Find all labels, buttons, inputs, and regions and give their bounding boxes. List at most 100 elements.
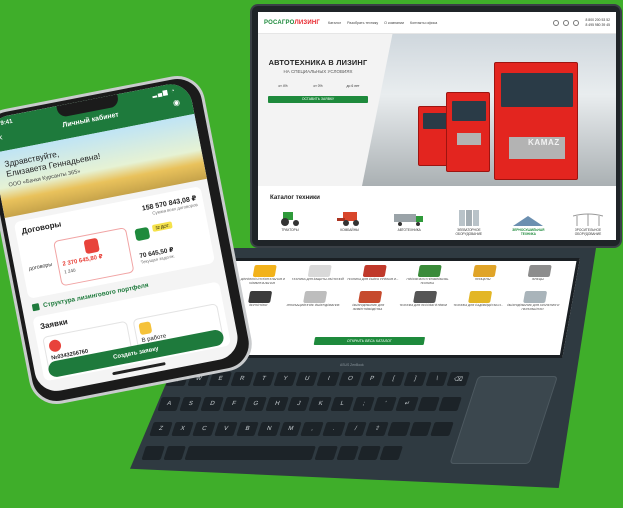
wallet-icon	[134, 226, 151, 242]
key[interactable]	[387, 421, 411, 436]
key[interactable]	[357, 446, 381, 461]
key[interactable]: A	[157, 396, 181, 411]
key[interactable]: G	[243, 396, 268, 411]
catalog-item-trucks[interactable]: АВТОТЕХНИКА	[387, 208, 431, 236]
key[interactable]: K	[308, 396, 333, 411]
key[interactable]: ,	[300, 421, 325, 436]
overdue-tile[interactable]: 2 370 645,80 ₽ 1 240	[53, 227, 135, 287]
key[interactable]: '	[373, 396, 398, 411]
catalog-item-combines[interactable]: КОМБАЙНЫ	[328, 208, 372, 236]
key[interactable]: U	[295, 372, 319, 386]
key[interactable]: H	[265, 396, 289, 411]
ts-item[interactable]: ТЕХНИКА ДЛЯ ЗАЩИТЫ РАСТЕНИЙ	[289, 265, 348, 285]
key[interactable]: I	[316, 372, 341, 386]
key[interactable]: J	[287, 396, 311, 411]
catalog-item-elevator[interactable]: ЭЛЕВАТОРНОЕ ОБОРУДОВАНИЕ	[447, 208, 491, 236]
key[interactable]	[141, 446, 165, 461]
ts-item[interactable]: ПОСЕВНАЯ И ПОЧВООБРАБ. ТЕХНИКА	[399, 265, 458, 285]
garden-icon	[467, 291, 492, 304]
catalog-item-label: ТРАКТОРЫ	[281, 228, 299, 232]
ts-item[interactable]: ДОРОЖНО-СТРОИТЕЛЬНАЯ И КОММУНАЛЬНАЯ	[234, 265, 293, 285]
key[interactable]: D	[200, 396, 224, 411]
phone-number-2[interactable]: 8 495 980 39 45	[585, 23, 610, 28]
key[interactable]: L	[330, 396, 354, 411]
open-catalog-button[interactable]: ОТКРЫТЬ ВЕСЬ КАТАЛОГ	[313, 337, 426, 345]
road-machine-icon	[252, 265, 277, 277]
ts-item[interactable]: ОБОРУДОВАНИЕ ДЛЯ ХРАНЕНИЯ И ПЕРЕРАБОТКИ	[505, 291, 564, 311]
catalog-title: Каталог техники	[270, 194, 320, 201]
combine-icon	[336, 212, 359, 226]
ts-item[interactable]: ИНКУБАЦИОННОЕ ОБОРУДОВАНИЕ	[285, 291, 344, 311]
key[interactable]: ⇧	[365, 421, 389, 436]
user-icon[interactable]	[563, 19, 570, 26]
ts-item[interactable]: ОБОРУДОВАНИЕ ДЛЯ ЖИВОТНОВОДСТВА	[340, 291, 399, 311]
ts-item[interactable]: ЖНЕЦЫ	[509, 265, 568, 285]
hero-request-button[interactable]: ОСТАВИТЬ ЗАЯВКУ	[268, 96, 368, 103]
nav-item-contacts[interactable]: Контакты офиса	[410, 21, 437, 25]
incubator-icon	[302, 291, 327, 304]
key[interactable]: /	[344, 421, 368, 436]
stat-advance: от 4%	[278, 84, 288, 88]
key[interactable]: Y	[273, 372, 297, 386]
seeder-icon	[417, 265, 442, 277]
key[interactable]	[379, 446, 403, 461]
key[interactable]: P	[360, 372, 384, 386]
ts-item[interactable]: ТЕХНИКА ДЛЯ САДОВОДСТВА И...	[450, 291, 509, 311]
chart-icon	[31, 303, 40, 312]
site-logo[interactable]: РОСАГРОЛИЗИНГ	[264, 20, 320, 26]
key[interactable]: [	[381, 372, 406, 386]
hero-title: АВТОТЕХНИКА В ЛИЗИНГ	[268, 58, 368, 67]
ts-item[interactable]: ТЕХНИКА ДЛЯ СБОРА УРОЖАЯ И...	[344, 265, 403, 285]
catalog-item-label: ЭЛЕВАТОРНОЕ ОБОРУДОВАНИЕ	[455, 228, 483, 236]
key[interactable]: M	[279, 421, 303, 436]
key[interactable]: Z	[149, 421, 173, 436]
ts-item[interactable]: ПРИЦЕПЫ	[454, 265, 513, 285]
catalog-item-dryers[interactable]: ЗЕРНОСУШИЛЬНАЯ ТЕХНИКА	[506, 208, 550, 236]
search-icon[interactable]	[553, 19, 560, 26]
phone-number-1[interactable]: 8 800 200 53 52	[585, 18, 610, 23]
truck-image	[494, 62, 578, 180]
catalog-section: Каталог техники ТРАКТОРЫ КОМБАЙНЫ АВТОТЕ…	[258, 186, 616, 240]
key[interactable]	[162, 446, 187, 461]
key[interactable]: X	[171, 421, 195, 436]
key[interactable]: F	[222, 396, 246, 411]
catalog-item-label: КОМБАЙНЫ	[340, 228, 359, 232]
catalog-item-label: ЗЕРНОСУШИЛЬНАЯ ТЕХНИКА	[512, 228, 545, 236]
catalog-item-irrigation[interactable]: ЗРОСИТЕЛЬНОЕ ОБОРУДОВАНИЕ	[566, 208, 610, 236]
hero-banner: KAMAZ АВТОТЕХНИКА В ЛИЗИНГ НА СПЕЦИАЛЬНЫ…	[258, 34, 616, 186]
dryer-icon	[513, 216, 544, 226]
nav-item-select[interactable]: Разобрать технику	[347, 21, 378, 25]
key[interactable]: N	[257, 421, 281, 436]
space-key[interactable]	[184, 446, 317, 461]
debt-tile[interactable]: 32 ДОГ. 70 645,50 ₽ Текущая задолж.	[131, 213, 208, 272]
key[interactable]: .	[322, 421, 346, 436]
phone-icon[interactable]	[573, 19, 580, 26]
key[interactable]	[409, 421, 433, 436]
site-nav: Каталог Разобрать технику О компании Кон…	[328, 21, 553, 25]
catalog-item-tractors[interactable]: ТРАКТОРЫ	[268, 208, 312, 236]
key[interactable]: \	[425, 372, 449, 386]
key[interactable]: O	[338, 372, 362, 386]
key[interactable]: ;	[352, 396, 376, 411]
key[interactable]	[314, 446, 338, 461]
harvester-icon	[362, 265, 387, 277]
nav-item-catalog[interactable]: Каталог	[328, 21, 341, 25]
ts-item[interactable]: ТЕХНИКА ДЛЯ ЛЕСОЗАГОТОВКИ	[395, 291, 454, 311]
nav-item-about[interactable]: О компании	[384, 21, 404, 25]
key[interactable]: ↵	[395, 396, 419, 411]
key[interactable]: B	[235, 421, 260, 436]
key[interactable]: V	[214, 421, 238, 436]
key[interactable]: C	[192, 421, 216, 436]
folder-icon	[138, 321, 153, 336]
trailer-icon	[472, 265, 497, 277]
contracts-title: Договоры	[20, 219, 62, 236]
key[interactable]: S	[179, 396, 203, 411]
key[interactable]	[336, 446, 360, 461]
document-icon	[48, 338, 63, 353]
bell-icon[interactable]: ◉	[172, 98, 181, 108]
key[interactable]: R	[230, 372, 254, 386]
key[interactable]: T	[252, 372, 276, 386]
irrigation-icon	[572, 213, 603, 226]
key[interactable]: ]	[403, 372, 427, 386]
key[interactable]	[417, 396, 441, 411]
